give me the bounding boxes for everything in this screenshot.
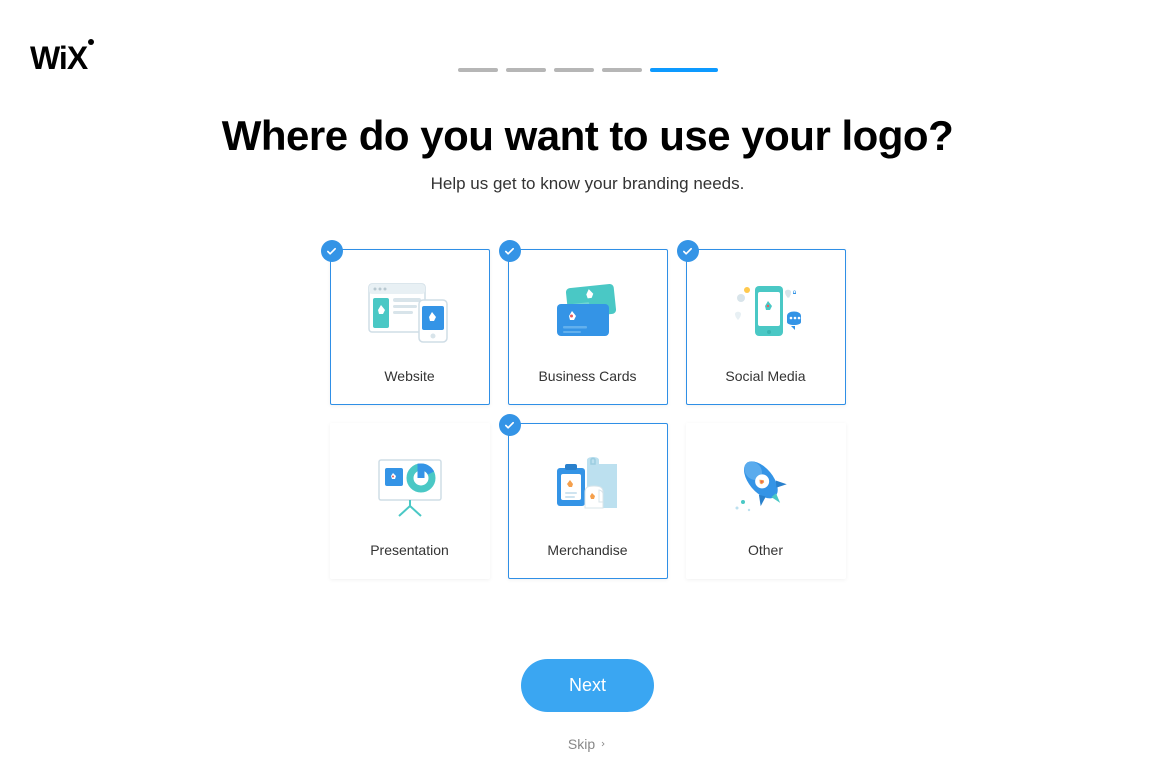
rocket-icon xyxy=(716,450,816,522)
option-card-website[interactable]: Website xyxy=(330,249,490,405)
progress-bar xyxy=(0,0,1175,72)
wix-logo: WiX xyxy=(30,40,87,77)
option-label: Presentation xyxy=(370,542,449,558)
options-grid: Website Business Cards xyxy=(0,249,1175,579)
option-label: Website xyxy=(384,368,434,384)
progress-segment xyxy=(506,68,546,72)
option-label: Merchandise xyxy=(547,542,627,558)
progress-segment xyxy=(458,68,498,72)
option-label: Other xyxy=(748,542,783,558)
social-media-icon xyxy=(716,276,816,348)
skip-label: Skip xyxy=(568,736,595,752)
option-card-merchandise[interactable]: Merchandise xyxy=(508,423,668,579)
page-header: Where do you want to use your logo? Help… xyxy=(0,112,1175,194)
skip-link[interactable]: Skip xyxy=(568,736,607,752)
business-cards-icon xyxy=(538,276,638,348)
presentation-icon xyxy=(360,450,460,522)
chevron-right-icon xyxy=(599,739,607,749)
option-label: Social Media xyxy=(725,368,805,384)
option-card-social-media[interactable]: Social Media xyxy=(686,249,846,405)
actions-bar: Next Skip xyxy=(0,659,1175,752)
merchandise-icon xyxy=(538,450,638,522)
option-card-other[interactable]: Other xyxy=(686,423,846,579)
next-button[interactable]: Next xyxy=(521,659,654,712)
website-icon xyxy=(360,276,460,348)
check-icon xyxy=(677,240,699,262)
check-icon xyxy=(499,240,521,262)
option-label: Business Cards xyxy=(538,368,636,384)
option-card-business-cards[interactable]: Business Cards xyxy=(508,249,668,405)
check-icon xyxy=(499,414,521,436)
progress-segment-active xyxy=(650,68,718,72)
progress-segment xyxy=(602,68,642,72)
progress-segment xyxy=(554,68,594,72)
page-title: Where do you want to use your logo? xyxy=(0,112,1175,160)
page-subtitle: Help us get to know your branding needs. xyxy=(0,174,1175,194)
option-card-presentation[interactable]: Presentation xyxy=(330,423,490,579)
check-icon xyxy=(321,240,343,262)
